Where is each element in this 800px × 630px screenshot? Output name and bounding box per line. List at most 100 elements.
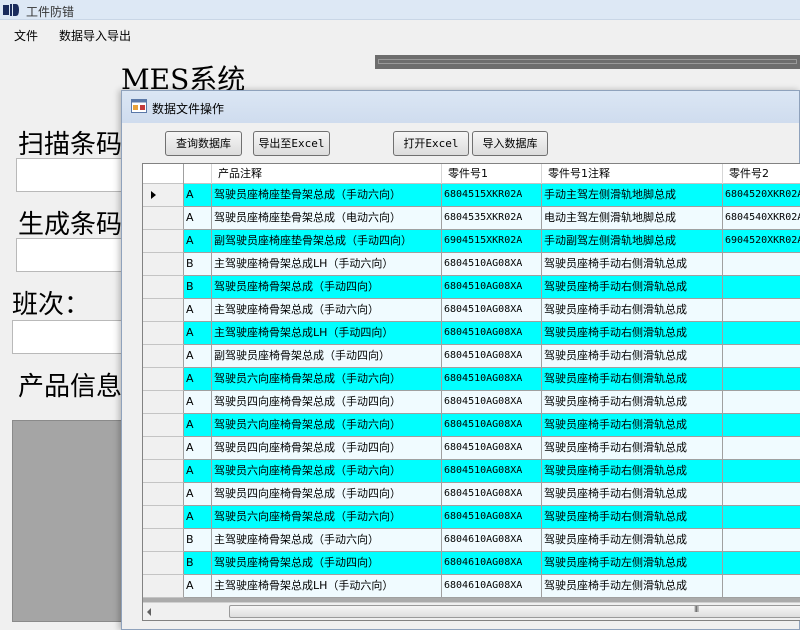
cell-part-no-1-note[interactable]: 驾驶员座椅手动右侧滑轨总成 — [542, 368, 723, 391]
cell-product-note[interactable]: 主驾驶座椅骨架总成LH（手动六向） — [212, 253, 442, 276]
table-row[interactable]: A 主驾驶座椅骨架总成LH（手动六向） 6804610AG08XA 驾驶员座椅手动左侧… — [143, 575, 800, 598]
cell-part-no-2[interactable] — [723, 483, 800, 506]
table-row[interactable]: A 驾驶员座椅座垫骨架总成（手动六向） 6804515XKR02A 手动主驾左侧滑轨地… — [143, 184, 800, 207]
cell-part-no-2[interactable] — [723, 391, 800, 414]
table-row[interactable]: A 驾驶员六向座椅骨架总成（手动六向） 6804510AG08XA 驾驶员座椅手动右侧… — [143, 414, 800, 437]
cell-part-no-2[interactable] — [723, 460, 800, 483]
cell-part-no-2[interactable] — [723, 437, 800, 460]
table-row[interactable]: A 驾驶员座椅座垫骨架总成（电动六向） 6804535XKR02A 电动主驾左侧滑轨地… — [143, 207, 800, 230]
scan-barcode-input[interactable] — [16, 158, 136, 192]
cell-part-no-1-note[interactable]: 驾驶员座椅手动左侧滑轨总成 — [542, 552, 723, 575]
cell-part-no-1[interactable]: 6804510AG08XA — [442, 368, 542, 391]
row-header[interactable] — [143, 506, 184, 529]
open-excel-button[interactable]: 打开Excel — [393, 131, 469, 156]
cell-product-note[interactable]: 驾驶员四向座椅骨架总成（手动四向） — [212, 391, 442, 414]
cell-part-no-1[interactable]: 6804510AG08XA — [442, 276, 542, 299]
table-row[interactable]: A 驾驶员六向座椅骨架总成（手动六向） 6804510AG08XA 驾驶员座椅手动右侧… — [143, 460, 800, 483]
cell-part-no-1[interactable]: 6804510AG08XA — [442, 391, 542, 414]
cell-part-no-1-note[interactable]: 驾驶员座椅手动右侧滑轨总成 — [542, 414, 723, 437]
row-header[interactable] — [143, 414, 184, 437]
cell-flag[interactable]: A — [184, 506, 212, 529]
cell-product-note[interactable]: 主驾驶座椅骨架总成LH（手动六向） — [212, 575, 442, 598]
cell-flag[interactable]: A — [184, 368, 212, 391]
cell-product-note[interactable]: 驾驶员四向座椅骨架总成（手动四向） — [212, 437, 442, 460]
cell-part-no-1[interactable]: 6804510AG08XA — [442, 253, 542, 276]
cell-part-no-2[interactable] — [723, 575, 800, 598]
cell-product-note[interactable]: 副驾驶员座椅座垫骨架总成（手动四向） — [212, 230, 442, 253]
cell-part-no-1-note[interactable]: 驾驶员座椅手动右侧滑轨总成 — [542, 391, 723, 414]
cell-flag[interactable]: A — [184, 184, 212, 207]
table-row[interactable]: A 主驾驶座椅骨架总成LH（手动四向） 6804510AG08XA 驾驶员座椅手动右侧… — [143, 322, 800, 345]
cell-part-no-1[interactable]: 6804535XKR02A — [442, 207, 542, 230]
cell-flag[interactable]: B — [184, 253, 212, 276]
horizontal-scrollbar[interactable]: III — [143, 602, 800, 620]
cell-part-no-1[interactable]: 6804510AG08XA — [442, 345, 542, 368]
query-database-button[interactable]: 查询数据库 — [165, 131, 242, 156]
cell-part-no-1[interactable]: 6804510AG08XA — [442, 506, 542, 529]
cell-part-no-1-note[interactable]: 驾驶员座椅手动右侧滑轨总成 — [542, 437, 723, 460]
cell-part-no-1-note[interactable]: 驾驶员座椅手动右侧滑轨总成 — [542, 276, 723, 299]
cell-flag[interactable]: B — [184, 529, 212, 552]
cell-part-no-1[interactable]: 6804515XKR02A — [442, 184, 542, 207]
cell-flag[interactable]: A — [184, 483, 212, 506]
cell-part-no-1-note[interactable]: 电动主驾左侧滑轨地脚总成 — [542, 207, 723, 230]
cell-part-no-1-note[interactable]: 驾驶员座椅手动左侧滑轨总成 — [542, 529, 723, 552]
data-grid[interactable]: 产品注释 零件号1 零件号1注释 零件号2 A 驾驶员座椅座垫骨架总成（手动六向）… — [142, 163, 800, 621]
row-header[interactable] — [143, 575, 184, 598]
table-row[interactable]: A 驾驶员六向座椅骨架总成（手动六向） 6804510AG08XA 驾驶员座椅手动右侧… — [143, 506, 800, 529]
cell-flag[interactable]: B — [184, 276, 212, 299]
cell-part-no-1[interactable]: 6804510AG08XA — [442, 460, 542, 483]
table-row[interactable]: A 驾驶员四向座椅骨架总成（手动四向） 6804510AG08XA 驾驶员座椅手动右侧… — [143, 437, 800, 460]
cell-part-no-2[interactable] — [723, 506, 800, 529]
table-row[interactable]: B 驾驶员座椅骨架总成（手动四向） 6804510AG08XA 驾驶员座椅手动右侧滑轨… — [143, 276, 800, 299]
row-header[interactable] — [143, 483, 184, 506]
scroll-left-icon[interactable] — [147, 608, 151, 616]
row-header[interactable] — [143, 437, 184, 460]
cell-part-no-1[interactable]: 6804610AG08XA — [442, 575, 542, 598]
cell-part-no-2[interactable] — [723, 345, 800, 368]
cell-part-no-2[interactable]: 6804540XKR02A — [723, 207, 800, 230]
row-header[interactable] — [143, 184, 184, 207]
cell-product-note[interactable]: 驾驶员六向座椅骨架总成（手动六向） — [212, 506, 442, 529]
cell-product-note[interactable]: 驾驶员六向座椅骨架总成（手动六向） — [212, 414, 442, 437]
cell-part-no-1-note[interactable]: 驾驶员座椅手动右侧滑轨总成 — [542, 299, 723, 322]
header-part-no-1-note[interactable]: 零件号1注释 — [542, 164, 723, 184]
cell-part-no-2[interactable] — [723, 253, 800, 276]
cell-part-no-2[interactable]: 6804520XKR02A — [723, 184, 800, 207]
cell-product-note[interactable]: 副驾驶员座椅骨架总成（手动四向） — [212, 345, 442, 368]
row-header[interactable] — [143, 230, 184, 253]
cell-flag[interactable]: A — [184, 299, 212, 322]
row-header[interactable] — [143, 253, 184, 276]
header-part-no-1[interactable]: 零件号1 — [442, 164, 542, 184]
header-col-0[interactable] — [184, 164, 212, 184]
cell-product-note[interactable]: 驾驶员六向座椅骨架总成（手动六向） — [212, 368, 442, 391]
generate-barcode-input[interactable] — [16, 238, 136, 272]
row-header[interactable] — [143, 460, 184, 483]
row-header[interactable] — [143, 391, 184, 414]
cell-flag[interactable]: A — [184, 345, 212, 368]
row-header[interactable] — [143, 276, 184, 299]
cell-flag[interactable]: A — [184, 207, 212, 230]
table-row[interactable]: B 主驾驶座椅骨架总成（手动六向） 6804610AG08XA 驾驶员座椅手动左侧滑轨… — [143, 529, 800, 552]
cell-flag[interactable]: A — [184, 575, 212, 598]
cell-flag[interactable]: A — [184, 230, 212, 253]
cell-flag[interactable]: A — [184, 391, 212, 414]
cell-product-note[interactable]: 主驾驶座椅骨架总成（手动六向） — [212, 529, 442, 552]
table-row[interactable]: A 主驾驶座椅骨架总成（手动六向） 6804510AG08XA 驾驶员座椅手动右侧滑轨… — [143, 299, 800, 322]
cell-flag[interactable]: A — [184, 414, 212, 437]
cell-part-no-2[interactable] — [723, 414, 800, 437]
cell-part-no-2[interactable]: 6904520XKR02A — [723, 230, 800, 253]
cell-product-note[interactable]: 主驾驶座椅骨架总成（手动六向） — [212, 299, 442, 322]
row-header[interactable] — [143, 552, 184, 575]
shift-input[interactable] — [12, 320, 132, 354]
scroll-thumb[interactable] — [229, 605, 800, 618]
cell-product-note[interactable]: 驾驶员座椅座垫骨架总成（电动六向） — [212, 207, 442, 230]
cell-part-no-1[interactable]: 6804610AG08XA — [442, 552, 542, 575]
cell-part-no-2[interactable] — [723, 299, 800, 322]
table-row[interactable]: A 副驾驶员座椅座垫骨架总成（手动四向） 6904515XKR02A 手动副驾左侧滑轨… — [143, 230, 800, 253]
cell-part-no-1-note[interactable]: 手动副驾左侧滑轨地脚总成 — [542, 230, 723, 253]
header-product-note[interactable]: 产品注释 — [212, 164, 442, 184]
cell-part-no-1-note[interactable]: 手动主驾左侧滑轨地脚总成 — [542, 184, 723, 207]
row-header[interactable] — [143, 345, 184, 368]
cell-part-no-2[interactable] — [723, 529, 800, 552]
